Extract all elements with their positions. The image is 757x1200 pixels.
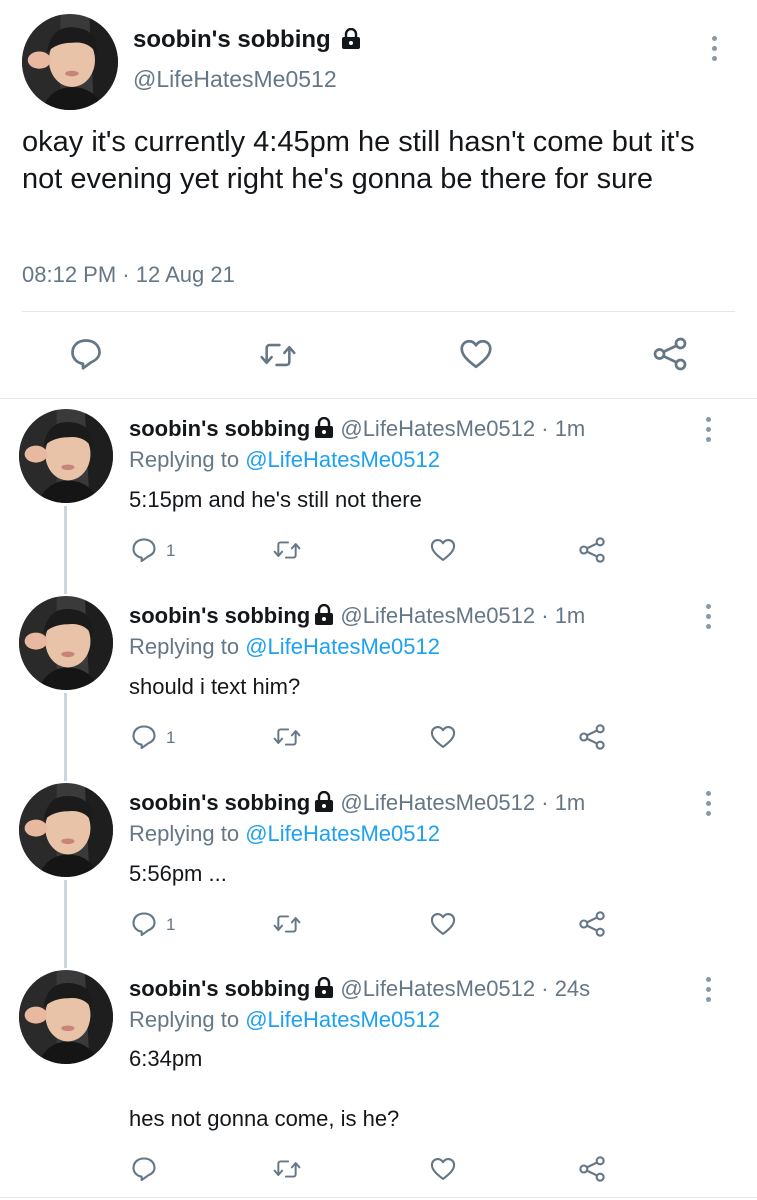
divider bbox=[22, 311, 735, 312]
reply-count: 1 bbox=[166, 915, 176, 934]
replying-label: Replying to bbox=[129, 634, 240, 659]
author-handle[interactable]: @LifeHatesMe0512 bbox=[133, 66, 337, 93]
share-icon[interactable] bbox=[578, 1155, 606, 1183]
avatar[interactable] bbox=[19, 596, 113, 690]
reply-header: soobin's sobbing @LifeHatesMe0512 · 1m bbox=[129, 790, 585, 819]
more-icon[interactable] bbox=[706, 791, 714, 821]
author-name[interactable]: soobin's sobbing bbox=[129, 790, 310, 815]
handle-time: @LifeHatesMe0512 · 1m bbox=[340, 603, 586, 628]
author-name[interactable]: soobin's sobbing bbox=[133, 26, 361, 57]
divider bbox=[0, 1197, 757, 1198]
lock-icon bbox=[341, 28, 361, 57]
heart-icon[interactable] bbox=[429, 910, 457, 938]
replying-label: Replying to bbox=[129, 821, 240, 846]
lock-icon bbox=[314, 417, 334, 445]
replying-label: Replying to bbox=[129, 447, 240, 472]
retweet-icon[interactable] bbox=[272, 1156, 302, 1182]
replying-to-link[interactable]: @LifeHatesMe0512 bbox=[245, 634, 440, 659]
heart-icon[interactable] bbox=[429, 723, 457, 751]
author-name[interactable]: soobin's sobbing bbox=[129, 976, 310, 1001]
tweet-text: okay it's currently 4:45pm he still hasn… bbox=[22, 126, 695, 195]
reply-icon[interactable] bbox=[68, 336, 104, 372]
more-icon[interactable] bbox=[712, 36, 720, 66]
retweet-icon[interactable] bbox=[272, 911, 302, 937]
share-icon[interactable] bbox=[578, 910, 606, 938]
replying-to-link[interactable]: @LifeHatesMe0512 bbox=[245, 821, 440, 846]
retweet-icon[interactable] bbox=[258, 338, 298, 372]
avatar[interactable] bbox=[19, 783, 113, 877]
reply-header: soobin's sobbing @LifeHatesMe0512 · 1m bbox=[129, 416, 585, 445]
handle-time: @LifeHatesMe0512 · 1m bbox=[340, 790, 586, 815]
replying-to: Replying to @LifeHatesMe0512 bbox=[129, 821, 440, 847]
replying-to-link[interactable]: @LifeHatesMe0512 bbox=[245, 447, 440, 472]
tweet-timestamp[interactable]: 08:12 PM · 12 Aug 21 bbox=[22, 262, 235, 288]
replying-to-link[interactable]: @LifeHatesMe0512 bbox=[245, 1007, 440, 1032]
author-name[interactable]: soobin's sobbing bbox=[129, 603, 310, 628]
author-name[interactable]: soobin's sobbing bbox=[129, 416, 310, 441]
lock-icon bbox=[314, 604, 334, 632]
replying-label: Replying to bbox=[129, 1007, 240, 1032]
heart-icon[interactable] bbox=[429, 1155, 457, 1183]
reply-header: soobin's sobbing @LifeHatesMe0512 · 1m bbox=[129, 603, 585, 632]
replying-to: Replying to @LifeHatesMe0512 bbox=[129, 447, 440, 473]
reply-icon[interactable] bbox=[130, 1155, 158, 1183]
reply-icon[interactable] bbox=[130, 910, 158, 938]
lock-icon bbox=[314, 977, 334, 1005]
replying-to: Replying to @LifeHatesMe0512 bbox=[129, 634, 440, 660]
reply-text: should i text him? bbox=[129, 674, 301, 699]
more-icon[interactable] bbox=[706, 604, 714, 634]
reply-count: 1 bbox=[166, 541, 176, 560]
reply-count: 1 bbox=[166, 728, 176, 747]
thread-line bbox=[64, 880, 67, 968]
avatar[interactable] bbox=[19, 409, 113, 503]
handle-time: @LifeHatesMe0512 · 1m bbox=[340, 416, 586, 441]
heart-icon[interactable] bbox=[458, 336, 494, 372]
heart-icon[interactable] bbox=[429, 536, 457, 564]
reply-text-line-2: hes not gonna come, is he? bbox=[129, 1106, 400, 1131]
thread-line bbox=[64, 506, 67, 594]
retweet-icon[interactable] bbox=[272, 537, 302, 563]
replying-to: Replying to @LifeHatesMe0512 bbox=[129, 1007, 440, 1033]
divider bbox=[0, 398, 757, 399]
reply-text: 5:15pm and he's still not there bbox=[129, 487, 422, 512]
more-icon[interactable] bbox=[706, 977, 714, 1007]
avatar[interactable] bbox=[22, 14, 118, 110]
lock-icon bbox=[314, 791, 334, 819]
reply-text: 5:56pm ... bbox=[129, 861, 227, 886]
author-name-label: soobin's sobbing bbox=[133, 26, 331, 53]
share-icon[interactable] bbox=[652, 336, 688, 372]
avatar[interactable] bbox=[19, 970, 113, 1064]
retweet-icon[interactable] bbox=[272, 724, 302, 750]
reply-icon[interactable] bbox=[130, 723, 158, 751]
handle-time: @LifeHatesMe0512 · 24s bbox=[340, 976, 591, 1001]
thread-line bbox=[64, 693, 67, 781]
reply-header: soobin's sobbing @LifeHatesMe0512 · 24s bbox=[129, 976, 590, 1005]
reply-icon[interactable] bbox=[130, 536, 158, 564]
share-icon[interactable] bbox=[578, 536, 606, 564]
reply-text: 6:34pm bbox=[129, 1046, 203, 1071]
more-icon[interactable] bbox=[706, 417, 714, 447]
share-icon[interactable] bbox=[578, 723, 606, 751]
